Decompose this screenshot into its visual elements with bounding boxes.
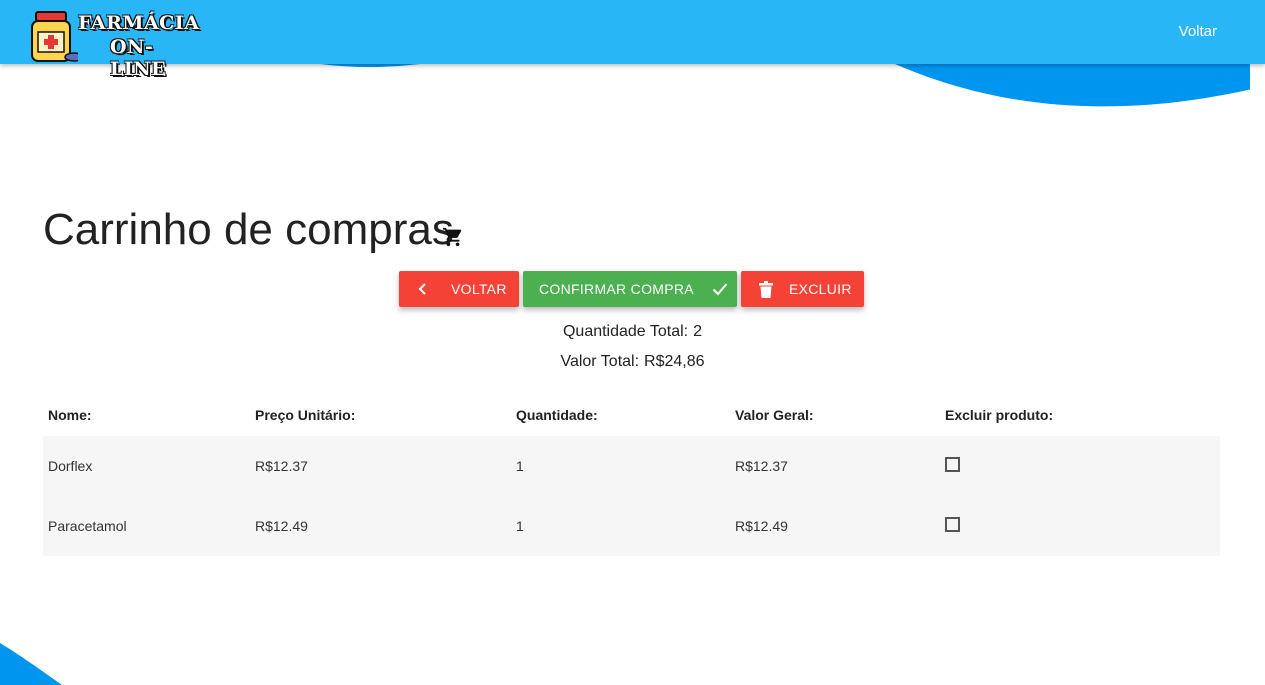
delete-product-checkbox[interactable] <box>945 516 960 532</box>
top-wave-decoration <box>320 64 1265 107</box>
cell-delete <box>940 496 1220 556</box>
cell-unit-price: R$12.49 <box>250 496 511 556</box>
navbar: FARMÁCIA ON-LINE Voltar <box>0 0 1265 80</box>
scrollbar-track[interactable] <box>1250 64 1265 685</box>
table-row: Dorflex R$12.37 1 R$12.37 <box>43 436 1220 496</box>
cell-unit-price: R$12.37 <box>250 436 511 496</box>
trash-icon <box>759 280 773 298</box>
confirm-button-label: Confirmar compra <box>539 281 694 297</box>
delete-product-checkbox[interactable] <box>945 456 960 472</box>
page-title: Carrinho de compras <box>43 205 454 254</box>
confirm-purchase-button[interactable]: Confirmar compra <box>523 271 737 307</box>
medicine-bottle-icon <box>31 11 78 62</box>
cell-name: Dorflex <box>43 436 250 496</box>
cell-total: R$12.49 <box>730 496 940 556</box>
total-quantity-label: Quantidade Total: <box>562 323 689 340</box>
logo-text-line1: FARMÁCIA <box>78 12 200 34</box>
cart-table: Nome: Preço Unitário: Quantidade: Valor … <box>43 393 1220 556</box>
header-unit-price: Preço Unitário: <box>255 406 356 423</box>
header-quantity: Quantidade: <box>516 406 598 423</box>
bottom-wave-decoration <box>0 643 62 685</box>
delete-button[interactable]: Excluir <box>741 271 864 307</box>
logo-text-line2: ON-LINE <box>110 36 167 80</box>
header-delete-product: Excluir produto: <box>945 406 1054 423</box>
delete-button-label: Excluir <box>789 281 852 297</box>
header-name: Nome: <box>48 406 92 423</box>
shopping-cart-icon <box>442 227 462 247</box>
pharmacy-logo[interactable]: FARMÁCIA ON-LINE <box>30 10 199 80</box>
cell-delete <box>940 436 1220 496</box>
cell-name: Paracetamol <box>43 496 250 556</box>
table-header-row: Nome: Preço Unitário: Quantidade: Valor … <box>43 393 1220 436</box>
total-quantity: Quantidade Total: 2 <box>0 323 1265 341</box>
back-button[interactable]: Voltar <box>399 271 519 307</box>
header-total: Valor Geral: <box>735 406 814 423</box>
total-value: Valor Total: R$24,86 <box>0 353 1265 371</box>
cell-quantity: 1 <box>511 496 730 556</box>
check-icon <box>712 283 728 296</box>
cell-total: R$12.37 <box>730 436 940 496</box>
table-row: Paracetamol R$12.49 1 R$12.49 <box>43 496 1220 556</box>
cell-quantity: 1 <box>511 436 730 496</box>
total-value-label: Valor Total: <box>560 353 640 370</box>
total-quantity-value: 2 <box>693 323 703 340</box>
total-value-amount: R$24,86 <box>644 353 705 370</box>
nav-back-link[interactable]: Voltar <box>1179 23 1217 40</box>
chevron-left-icon <box>418 283 426 295</box>
back-button-label: Voltar <box>451 281 507 297</box>
